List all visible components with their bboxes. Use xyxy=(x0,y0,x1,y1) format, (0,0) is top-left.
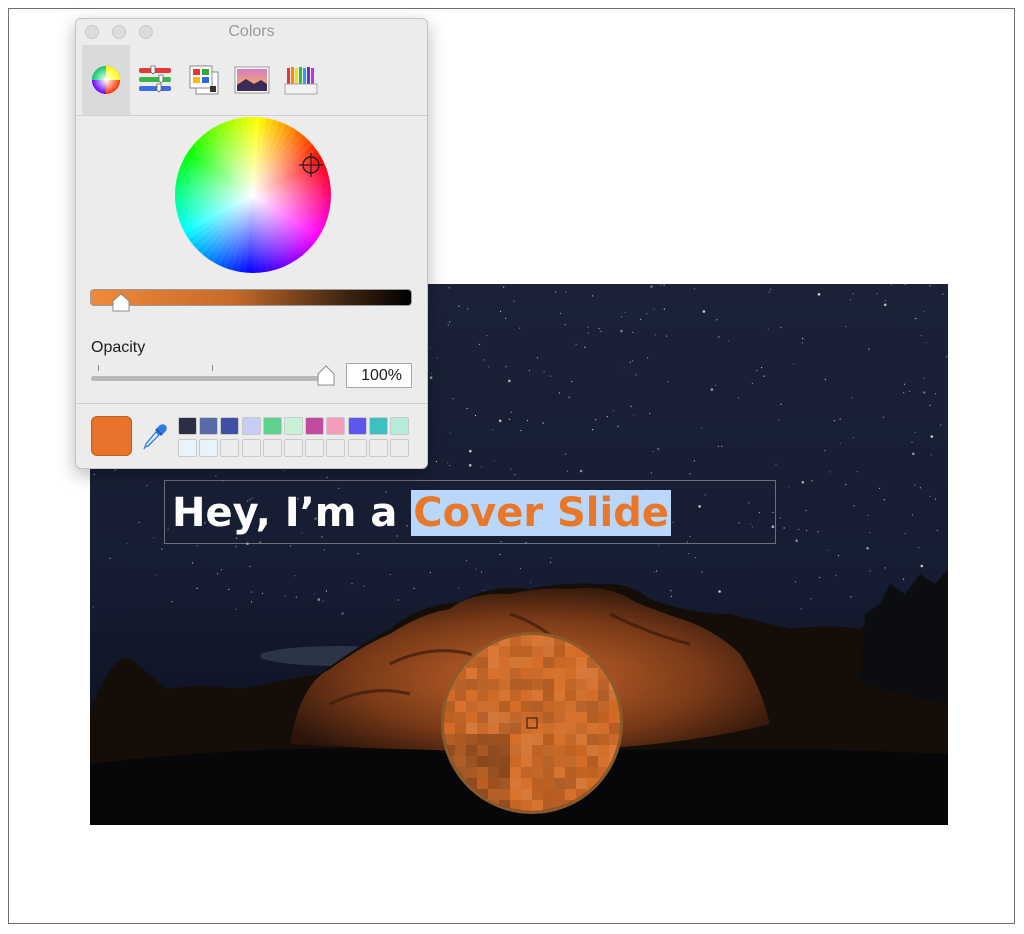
empty-swatch[interactable] xyxy=(284,439,303,457)
colors-panel[interactable]: Colors Opacity 100% xyxy=(75,18,428,469)
opacity-slider-thumb[interactable] xyxy=(316,365,336,387)
tab-color-wheel[interactable] xyxy=(82,45,130,115)
brightness-slider-thumb[interactable] xyxy=(111,293,131,313)
color-wheel-icon xyxy=(92,66,120,94)
empty-swatch[interactable] xyxy=(305,439,325,457)
color-swatch[interactable] xyxy=(326,417,346,435)
color-mode-toolbar xyxy=(76,45,427,116)
color-swatch[interactable] xyxy=(241,417,261,435)
panel-title: Colors xyxy=(228,23,275,40)
image-palette-icon xyxy=(234,66,270,94)
opacity-slider[interactable] xyxy=(91,376,328,381)
empty-swatch[interactable] xyxy=(241,439,261,457)
opacity-label: Opacity xyxy=(91,339,146,356)
color-swatch[interactable] xyxy=(347,417,367,435)
empty-swatch[interactable] xyxy=(220,439,240,457)
empty-swatch[interactable] xyxy=(347,439,367,457)
palettes-icon xyxy=(189,65,219,95)
color-swatch[interactable] xyxy=(178,417,197,435)
empty-swatch[interactable] xyxy=(178,439,197,457)
sliders-icon xyxy=(139,65,171,93)
tab-color-sliders[interactable] xyxy=(131,45,179,115)
tab-image-palettes[interactable] xyxy=(228,45,276,115)
empty-swatch[interactable] xyxy=(390,439,409,457)
panel-divider xyxy=(76,403,427,404)
tab-pencils[interactable] xyxy=(277,45,325,115)
slide-title[interactable]: Hey, I’m a Cover Slide xyxy=(172,487,671,539)
color-swatch[interactable] xyxy=(368,417,388,435)
opacity-tick xyxy=(212,365,213,371)
color-picker-magnifier-loupe[interactable] xyxy=(441,632,623,814)
color-swatch[interactable] xyxy=(305,417,325,435)
tab-color-palettes[interactable] xyxy=(180,45,228,115)
empty-swatch[interactable] xyxy=(326,439,346,457)
color-swatch[interactable] xyxy=(390,417,409,435)
brightness-slider[interactable] xyxy=(90,289,412,306)
title-plain-text: Hey, I’m a xyxy=(172,490,412,536)
panel-titlebar[interactable]: Colors xyxy=(76,19,427,45)
opacity-value-field[interactable]: 100% xyxy=(346,363,412,388)
color-swatch[interactable] xyxy=(262,417,282,435)
current-color-well[interactable] xyxy=(91,416,132,456)
eyedropper-icon[interactable] xyxy=(142,423,168,451)
color-swatch[interactable] xyxy=(220,417,240,435)
empty-swatch[interactable] xyxy=(368,439,388,457)
color-swatch[interactable] xyxy=(284,417,303,435)
color-wheel[interactable] xyxy=(173,115,333,280)
pencils-icon xyxy=(284,67,318,95)
color-swatch[interactable] xyxy=(199,417,219,435)
title-selected-text[interactable]: Cover Slide xyxy=(411,490,671,536)
opacity-tick xyxy=(98,365,99,371)
empty-swatch[interactable] xyxy=(199,439,219,457)
empty-swatch[interactable] xyxy=(262,439,282,457)
